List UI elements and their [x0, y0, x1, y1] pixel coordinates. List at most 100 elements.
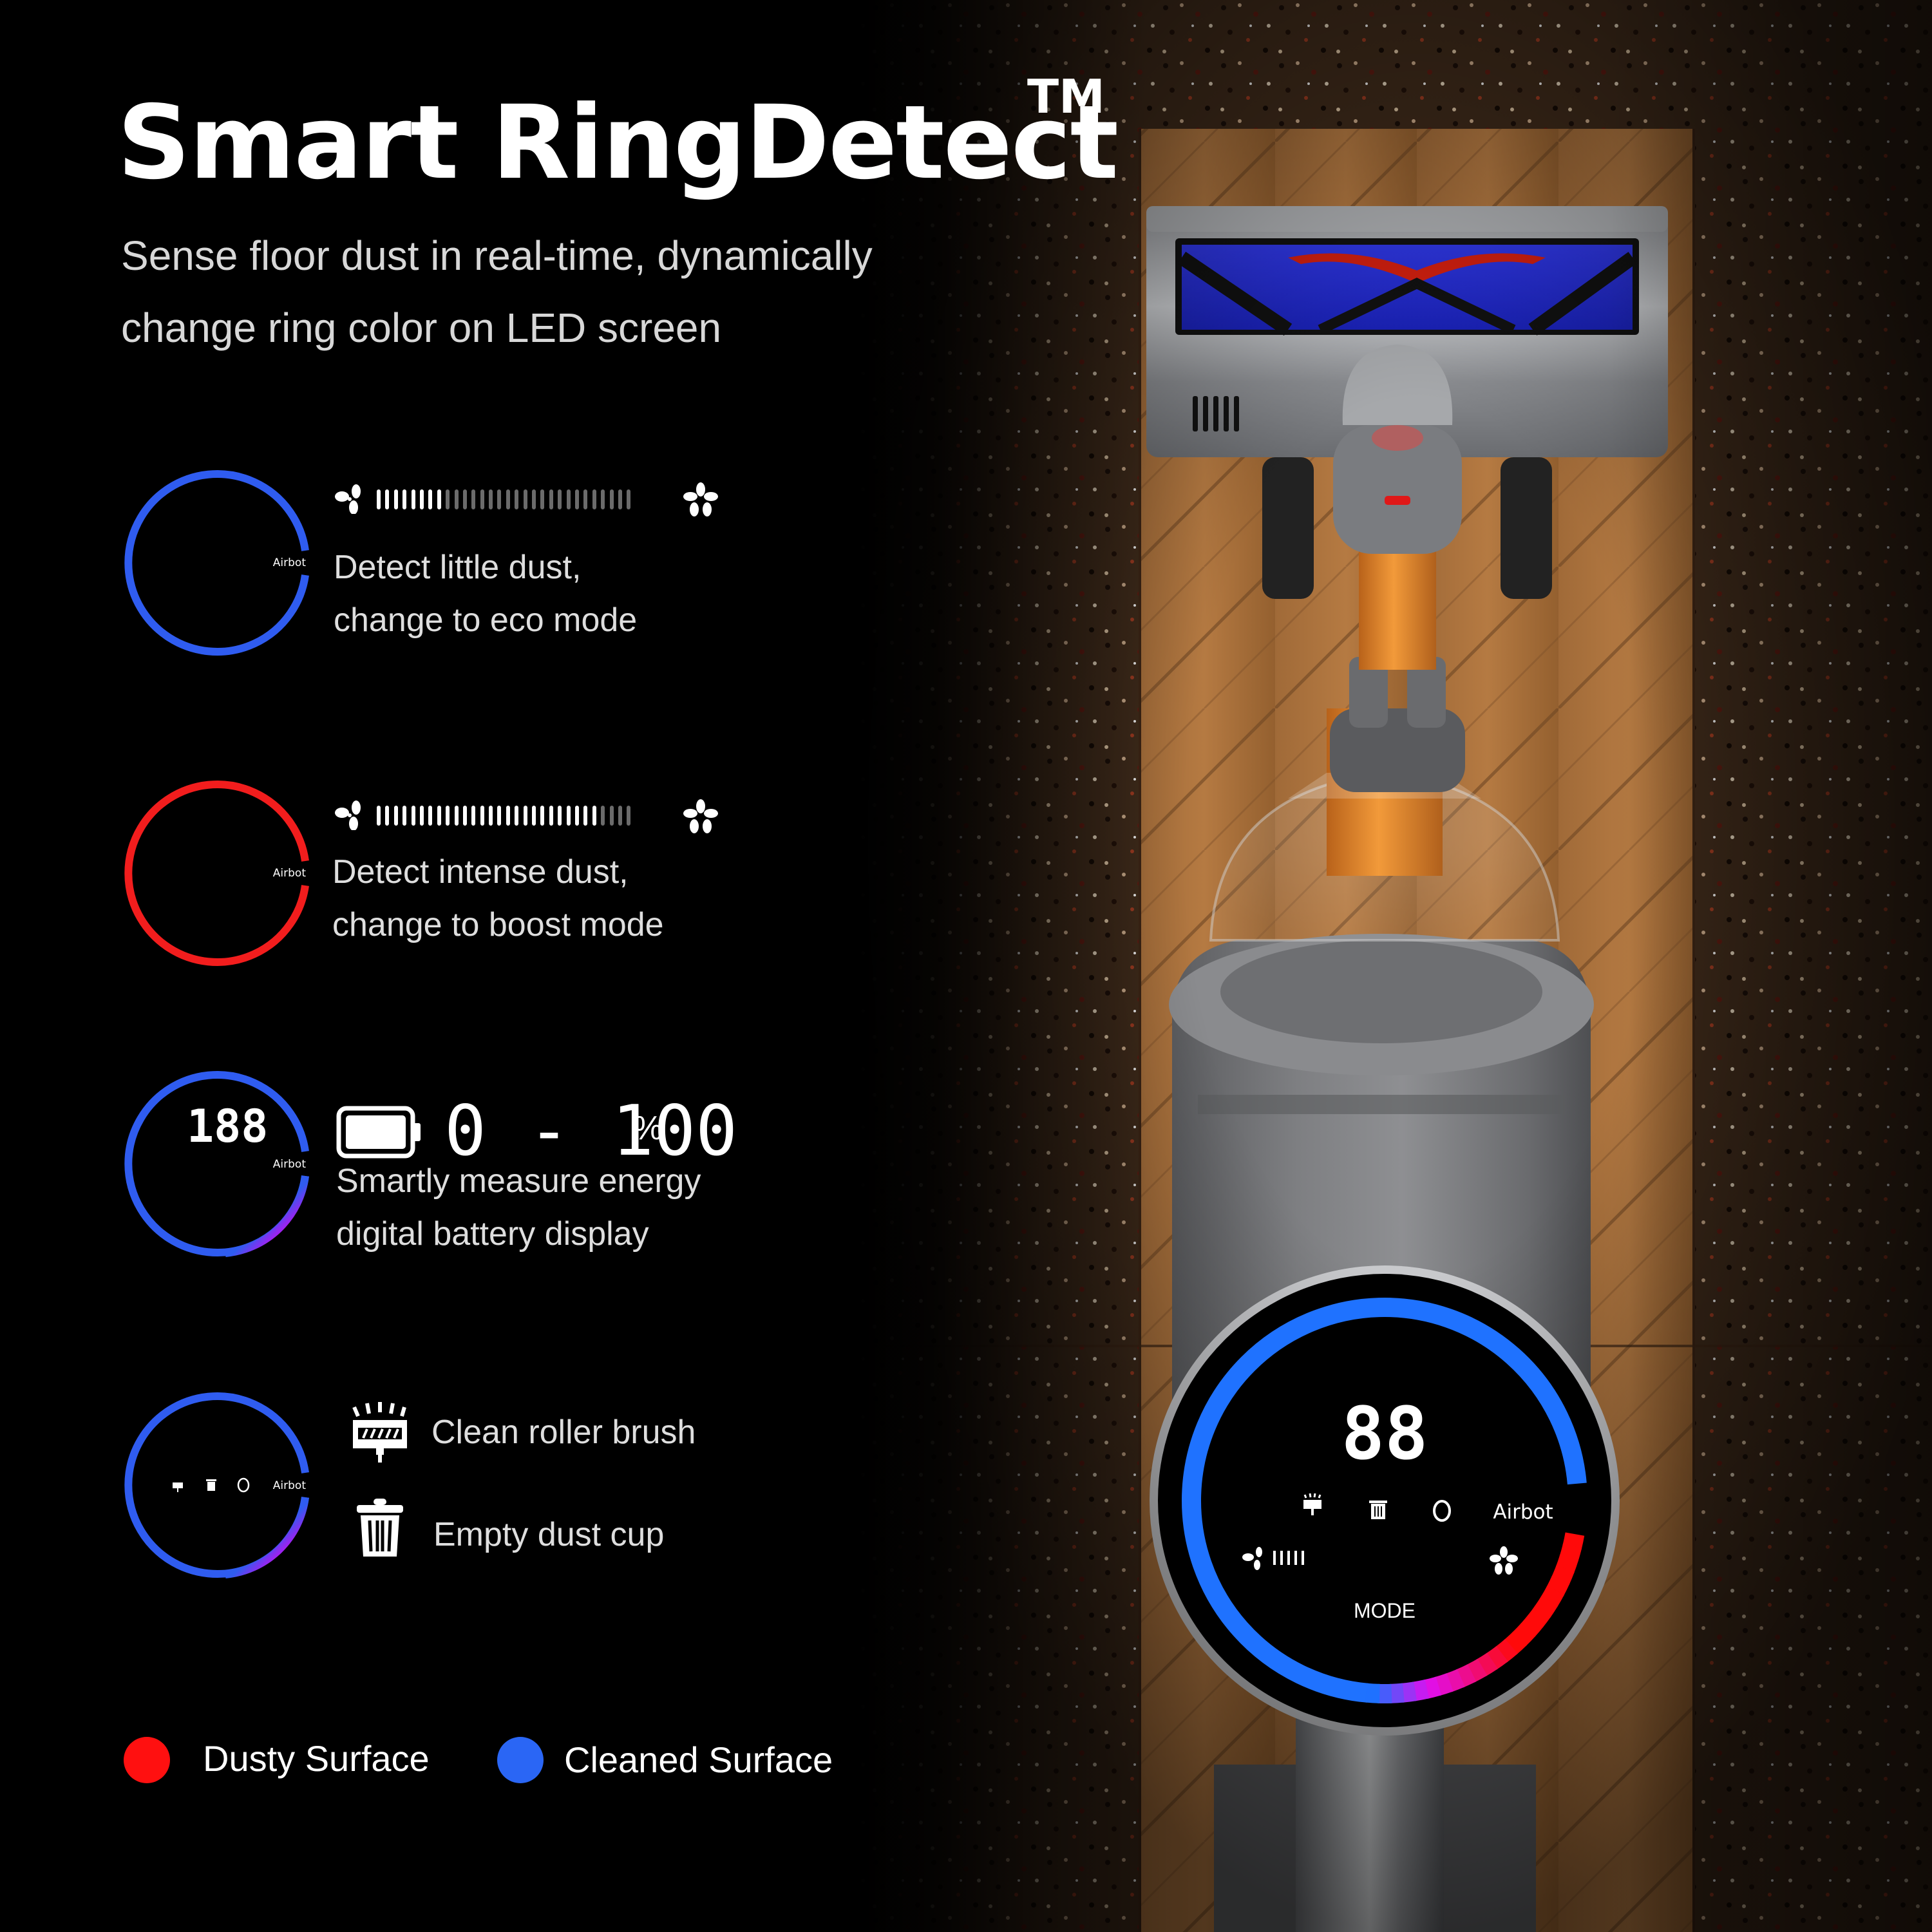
suction-bar	[497, 489, 502, 509]
suction-bar	[402, 805, 407, 826]
device-ring-gradient-segment	[1455, 1664, 1477, 1688]
suction-bar	[609, 489, 614, 509]
device-ring-gradient-segment	[1546, 1575, 1570, 1596]
suction-bar	[446, 489, 450, 509]
maintenance-ring-arc-gradient	[225, 1497, 309, 1578]
battery-percent-sign: %	[633, 1110, 663, 1147]
device-ring-gradient-segment	[1389, 1683, 1405, 1703]
suction-bar	[618, 805, 622, 826]
empty-dust-cup-label: Empty dust cup	[433, 1516, 665, 1553]
device-ring-gradient-segment	[1520, 1614, 1544, 1638]
boost-description-line-1: Detect intense dust,	[332, 853, 629, 891]
page-title: Smart RingDetect	[117, 84, 1119, 202]
suction-bar	[523, 805, 527, 826]
ring-brand-label: Airbot	[273, 867, 307, 880]
suction-bar	[601, 489, 605, 509]
device-ring-gradient-segment	[1486, 1646, 1508, 1670]
suction-bar	[618, 489, 622, 509]
suction-bar	[583, 489, 588, 509]
suction-bar	[532, 805, 536, 826]
subtitle-line-1: Sense floor dust in real-time, dynamical…	[121, 232, 873, 279]
suction-bar	[462, 805, 467, 826]
suction-bar	[574, 805, 579, 826]
suction-bar	[627, 489, 631, 509]
ring-brand-label: Airbot	[273, 1158, 307, 1171]
suction-bar	[532, 489, 536, 509]
suction-bar	[592, 489, 596, 509]
ring-brush-icon	[173, 1482, 183, 1492]
suction-bar	[574, 489, 579, 509]
ring-brand-label: Airbot	[273, 1479, 307, 1492]
device-suction-bars	[1273, 1551, 1304, 1565]
suction-bar	[411, 805, 415, 826]
roller-brush-icon	[348, 1399, 412, 1464]
suction-bar	[393, 489, 398, 509]
fan-high-icon	[683, 799, 719, 835]
device-suction-bar	[1294, 1551, 1297, 1565]
suction-bar	[471, 805, 476, 826]
suction-bar	[497, 805, 502, 826]
suction-bar	[489, 489, 493, 509]
product-feature-banner: 88 Airbot MODE Smart RingDetect TM Sense…	[0, 0, 1932, 1932]
boost-description: Detect intense dust, change to boost mod…	[332, 846, 664, 951]
device-ring-gradient-segment	[1445, 1669, 1465, 1692]
boost-description-line-2: change to boost mode	[332, 906, 664, 943]
suction-bar	[549, 805, 553, 826]
device-ring-gradient-segment	[1559, 1543, 1582, 1562]
device-ring-gradient-segment	[1423, 1676, 1442, 1699]
suction-bar	[566, 805, 571, 826]
suction-bar	[480, 805, 484, 826]
device-ring-gradient-segment	[1512, 1623, 1536, 1647]
device-ring-gradient-segment	[1534, 1595, 1558, 1618]
suction-bar	[377, 805, 381, 826]
suction-bar	[558, 805, 562, 826]
battery-icon	[336, 1106, 423, 1159]
suction-bar	[601, 805, 605, 826]
suction-bar	[609, 805, 614, 826]
device-digits: 88	[1341, 1392, 1428, 1476]
device-trash-icon	[1369, 1501, 1387, 1519]
device-ring-gradient-segment	[1412, 1679, 1430, 1701]
maintenance-ring-indicator: Airbot	[124, 1392, 309, 1578]
device-ring-gradient-segment	[1551, 1565, 1575, 1586]
device-suction-bar	[1302, 1551, 1304, 1565]
suction-bar	[515, 805, 519, 826]
device-ring-gradient-segment	[1401, 1681, 1417, 1703]
device-suction-bar	[1287, 1551, 1290, 1565]
suction-bar	[480, 489, 484, 509]
device-ring-gradient-segment	[1466, 1658, 1488, 1683]
suction-bar	[428, 805, 433, 826]
device-ring-gradient-segment	[1434, 1673, 1454, 1696]
suction-bar	[506, 805, 510, 826]
device-fan-low-icon	[1242, 1547, 1262, 1570]
suction-bar	[549, 489, 553, 509]
suction-bar	[419, 489, 424, 509]
suction-bar	[419, 805, 424, 826]
device-ring-gradient-segment	[1555, 1554, 1579, 1574]
trademark-symbol: TM	[1027, 70, 1105, 124]
device-power-icon	[1433, 1500, 1451, 1522]
battery-description-line-2: digital battery display	[336, 1215, 649, 1253]
suction-bar	[627, 805, 631, 826]
device-ring-gradient-segment	[1540, 1586, 1564, 1607]
boost-ring-indicator: Airbot	[124, 781, 309, 966]
battery-description: Smartly measure energy digital battery d…	[336, 1155, 701, 1260]
device-ring-gradient-segment	[1504, 1631, 1528, 1655]
battery-description-line-1: Smartly measure energy	[336, 1162, 701, 1200]
device-mode-button[interactable]: MODE	[1354, 1599, 1416, 1622]
suction-bar	[471, 489, 476, 509]
suction-bar	[385, 805, 390, 826]
eco-ring-indicator: Airbot	[124, 470, 309, 656]
device-ring-gradient-segment	[1562, 1532, 1585, 1550]
eco-description: Detect little dust, change to eco mode	[334, 541, 637, 647]
suction-bar	[377, 489, 381, 509]
suction-bar	[515, 489, 519, 509]
device-suction-bar	[1280, 1551, 1283, 1565]
suction-bar	[462, 489, 467, 509]
device-ring-gradient-segment	[1476, 1653, 1498, 1677]
suction-bar	[506, 489, 510, 509]
eco-description-line-1: Detect little dust,	[334, 549, 582, 586]
suction-bar	[437, 489, 441, 509]
suction-bar	[583, 805, 588, 826]
device-brush-icon	[1303, 1493, 1321, 1515]
